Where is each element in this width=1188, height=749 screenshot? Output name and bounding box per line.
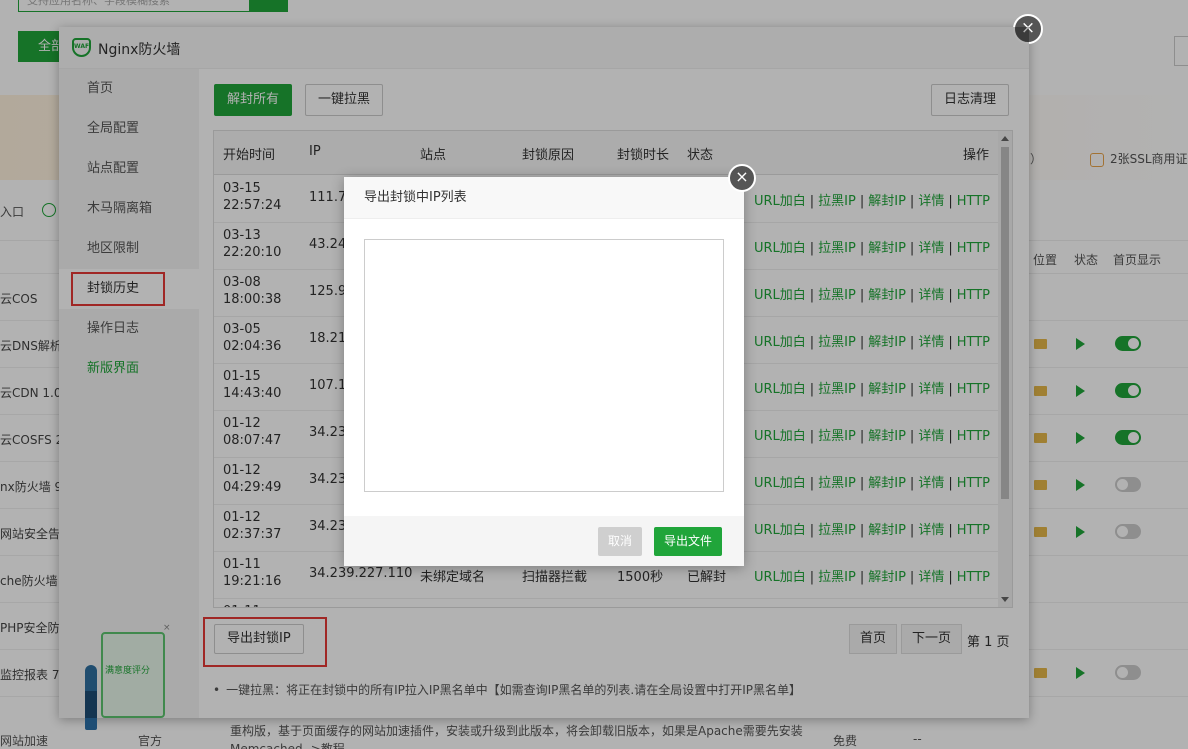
modal-footer: 取消 导出文件 (344, 516, 744, 566)
modal-close-icon[interactable]: × (728, 164, 756, 192)
ip-list-textarea[interactable] (364, 239, 724, 492)
export-file-button[interactable]: 导出文件 (654, 527, 723, 556)
cancel-button[interactable]: 取消 (598, 527, 643, 556)
export-ip-modal: 导出封锁中IP列表 × 取消 导出文件 (344, 164, 756, 566)
modal-title: 导出封锁中IP列表 (344, 177, 744, 219)
